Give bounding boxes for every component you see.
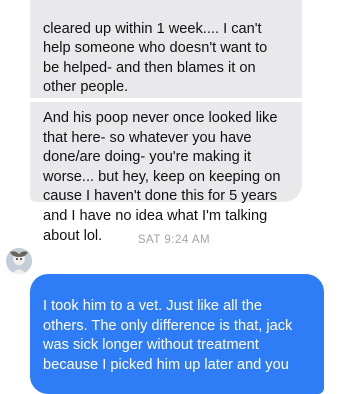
message-line: cause I haven't done this for 5 years <box>43 188 277 205</box>
message-line: worse... but hey, keep on keeping on <box>43 168 281 185</box>
timestamp: SAT 9:24 AM <box>137 234 211 246</box>
message-line: be helped- and then blames it on <box>43 59 256 76</box>
avatar-icon[interactable] <box>6 248 32 274</box>
message-line: And his poop never once looked like <box>43 109 278 126</box>
message-line: cleared up within 1 week.... I can't <box>43 20 262 37</box>
outgoing-message-bubble[interactable]: I took him to a vet. Just like all the o… <box>30 274 324 394</box>
message-line: help someone who doesn't want to <box>43 40 268 57</box>
message-line: others. The only difference is that, jac… <box>43 317 293 334</box>
message-line: other people. <box>43 79 129 96</box>
message-line: that here- so whatever you have <box>43 129 252 146</box>
message-divider <box>0 98 348 102</box>
message-line: and I have no idea what I'm talking <box>43 207 268 224</box>
message-line: I took him to a vet. Just like all the <box>43 298 263 314</box>
message-line: because I picked him up later and you <box>43 356 289 373</box>
message-line: done/are doing- you're making it <box>43 149 252 166</box>
message-line: was sick longer without treatment <box>43 337 259 354</box>
